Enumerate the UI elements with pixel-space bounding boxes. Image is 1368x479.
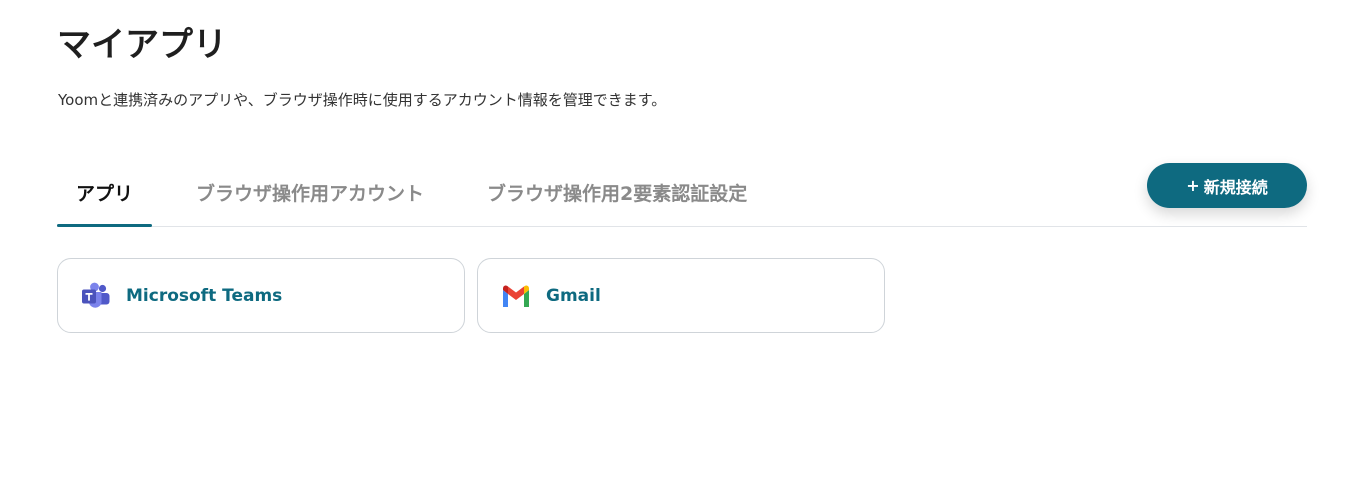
app-card-microsoft-teams[interactable]: Microsoft Teams xyxy=(57,258,465,333)
plus-icon: + xyxy=(1186,176,1200,195)
active-tab-indicator xyxy=(57,224,152,227)
tab-bar: アプリ ブラウザ操作用アカウント ブラウザ操作用2要素認証設定 xyxy=(57,166,1307,227)
tab-apps[interactable]: アプリ xyxy=(57,166,152,226)
tab-browser-2fa-settings[interactable]: ブラウザ操作用2要素認証設定 xyxy=(487,166,747,226)
gmail-icon xyxy=(500,280,532,312)
app-name: Microsoft Teams xyxy=(126,285,283,306)
tab-browser-accounts[interactable]: ブラウザ操作用アカウント xyxy=(196,166,424,226)
app-name: Gmail xyxy=(546,285,601,306)
microsoft-teams-icon xyxy=(80,280,112,312)
new-connection-label: 新規接続 xyxy=(1203,177,1268,197)
page-title: マイアプリ xyxy=(57,25,227,65)
new-connection-button[interactable]: + 新規接続 xyxy=(1147,163,1307,208)
my-apps-page: マイアプリ Yoomと連携済みのアプリや、ブラウザ操作時に使用するアカウント情報… xyxy=(0,0,1368,479)
page-description: Yoomと連携済みのアプリや、ブラウザ操作時に使用するアカウント情報を管理できま… xyxy=(58,91,667,109)
app-card-gmail[interactable]: Gmail xyxy=(477,258,885,333)
